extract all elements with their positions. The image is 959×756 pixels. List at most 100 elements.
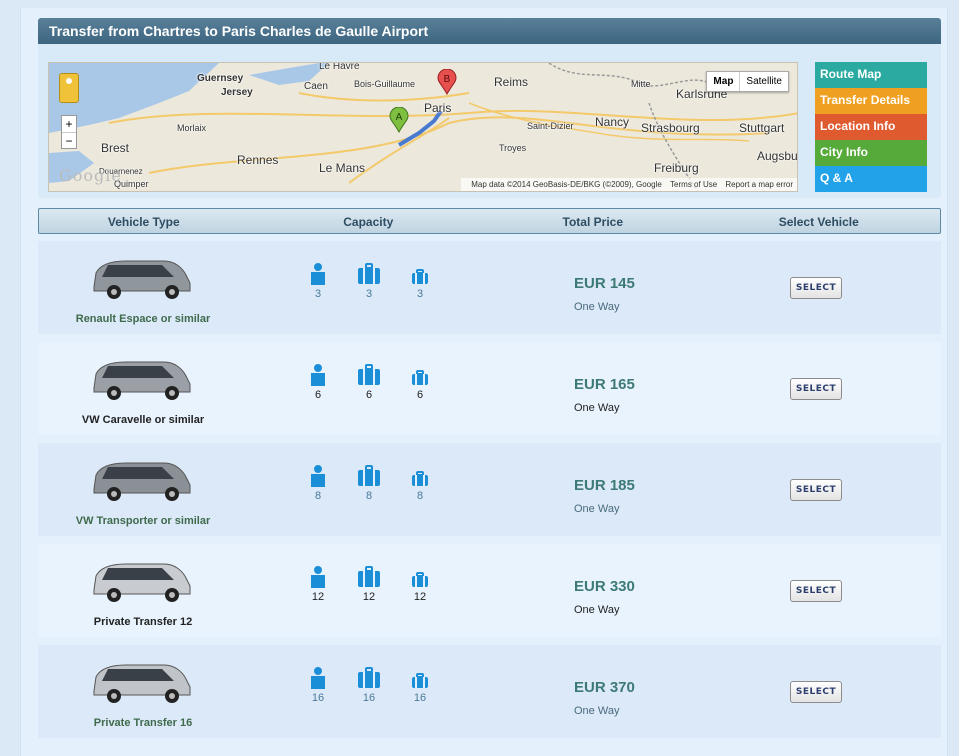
vehicle-name: Renault Espace or similar <box>75 313 211 325</box>
route-panel: Transfer from Chartres to Paris Charles … <box>38 18 941 198</box>
large-luggage-count: 3 <box>365 288 373 300</box>
small-luggage-count: 16 <box>413 692 427 704</box>
map-label-stuttgart: Stuttgart <box>739 121 785 135</box>
vehicle-row: VW Transporter or similar 8 8 8 EUR 185 … <box>38 443 941 536</box>
map-label-nancy: Nancy <box>595 115 630 129</box>
terms-of-use-link[interactable]: Terms of Use <box>670 180 717 189</box>
zoom-in-button[interactable]: + <box>62 116 76 132</box>
report-map-error-link[interactable]: Report a map error <box>725 180 793 189</box>
small-suitcase-icon <box>412 370 428 385</box>
vehicle-name: VW Caravelle or similar <box>81 414 205 426</box>
large-suitcase-icon <box>358 465 380 486</box>
vehicle-photo <box>93 563 191 602</box>
zoom-control[interactable]: + − <box>61 115 77 149</box>
small-luggage-count: 6 <box>416 389 424 401</box>
vehicle-photo <box>93 462 191 501</box>
map-label-freiburg: Freiburg <box>654 161 699 175</box>
side-nav: Route Map Transfer Details Location Info… <box>815 62 927 192</box>
passenger-icon <box>311 364 325 386</box>
large-luggage-capacity: 6 <box>349 364 389 401</box>
total-price: EUR 330 <box>574 578 635 595</box>
map-label-guernsey: Guernsey <box>197 73 244 84</box>
map-type-toggle[interactable]: Map Satellite <box>706 71 789 92</box>
large-luggage-capacity: 16 <box>349 667 389 704</box>
vehicle-row: VW Caravelle or similar 6 6 6 EUR 165 On… <box>38 342 941 435</box>
large-luggage-count: 16 <box>362 692 376 704</box>
zoom-out-button[interactable]: − <box>62 132 76 149</box>
large-luggage-count: 6 <box>365 389 373 401</box>
select-vehicle-button[interactable]: SELECT <box>790 277 842 299</box>
vehicle-name: VW Transporter or similar <box>75 515 211 527</box>
trip-type: One Way <box>574 705 620 717</box>
passenger-icon <box>311 566 325 588</box>
marker-b-icon[interactable]: B <box>437 69 457 95</box>
map-label-saint-dizier: Saint-Dizier <box>527 121 574 131</box>
vehicle-photo <box>93 361 191 400</box>
vehicle-row: Private Transfer 12 12 12 12 EUR 330 One… <box>38 544 941 637</box>
vehicle-row: Renault Espace or similar 3 3 3 EUR 145 … <box>38 241 941 334</box>
large-luggage-count: 12 <box>362 591 376 603</box>
passenger-count: 12 <box>311 591 325 603</box>
vehicle-name: Private Transfer 16 <box>93 717 193 729</box>
map-label-brest: Brest <box>101 141 130 155</box>
map-type-satellite-button[interactable]: Satellite <box>740 72 788 91</box>
nav-q-and-a[interactable]: Q & A <box>815 166 927 192</box>
large-suitcase-icon <box>358 566 380 587</box>
small-luggage-capacity: 12 <box>400 566 440 603</box>
small-luggage-capacity: 16 <box>400 667 440 704</box>
total-price: EUR 185 <box>574 477 635 494</box>
select-vehicle-button[interactable]: SELECT <box>790 378 842 400</box>
nav-route-map[interactable]: Route Map <box>815 62 927 88</box>
map-attribution-text: Map data ©2014 GeoBasis-DE/BKG (©2009), … <box>471 180 662 189</box>
large-suitcase-icon <box>358 263 380 284</box>
map-label-mitte: Mitte <box>631 79 651 89</box>
passenger-capacity: 8 <box>298 465 338 502</box>
map-label-le-mans: Le Mans <box>319 161 366 175</box>
small-luggage-count: 12 <box>413 591 427 603</box>
nav-transfer-details[interactable]: Transfer Details <box>815 88 927 114</box>
street-view-pegman-icon[interactable] <box>59 73 79 103</box>
map-label-reims: Reims <box>494 75 529 89</box>
trip-type: One Way <box>574 503 620 515</box>
header-vehicle-type: Vehicle Type <box>107 215 180 229</box>
large-luggage-count: 8 <box>365 490 373 502</box>
passenger-capacity: 12 <box>298 566 338 603</box>
passenger-count: 6 <box>314 389 322 401</box>
vehicle-name: Private Transfer 12 <box>93 616 193 628</box>
header-total-price: Total Price <box>562 215 623 229</box>
vehicle-row: Private Transfer 16 16 16 16 EUR 370 One… <box>38 645 941 738</box>
select-vehicle-button[interactable]: SELECT <box>790 479 842 501</box>
select-vehicle-button[interactable]: SELECT <box>790 681 842 703</box>
passenger-capacity: 6 <box>298 364 338 401</box>
map-label-le-havre: Le Havre <box>319 62 360 72</box>
nav-location-info[interactable]: Location Info <box>815 114 927 140</box>
nav-city-info[interactable]: City Info <box>815 140 927 166</box>
vehicle-table-header: Vehicle Type Capacity Total Price Select… <box>38 208 941 234</box>
small-suitcase-icon <box>412 572 428 587</box>
total-price: EUR 165 <box>574 376 635 393</box>
map-label-paris: Paris <box>424 101 452 115</box>
svg-text:B: B <box>444 74 451 85</box>
select-vehicle-button[interactable]: SELECT <box>790 580 842 602</box>
trip-type: One Way <box>574 402 620 414</box>
map-label-caen: Caen <box>304 81 328 92</box>
passenger-count: 16 <box>311 692 325 704</box>
large-luggage-capacity: 3 <box>349 263 389 300</box>
passenger-count: 3 <box>314 288 322 300</box>
small-luggage-capacity: 8 <box>400 465 440 502</box>
map-label-augsburg: Augsbu <box>757 149 798 163</box>
marker-a-icon[interactable]: A <box>389 107 409 133</box>
map-type-map-button[interactable]: Map <box>707 72 741 91</box>
map-label-bois-guillaume: Bois-Guillaume <box>354 79 416 89</box>
trip-type: One Way <box>574 301 620 313</box>
total-price: EUR 145 <box>574 275 635 292</box>
passenger-capacity: 3 <box>298 263 338 300</box>
large-luggage-capacity: 12 <box>349 566 389 603</box>
route-map[interactable]: + − Guernsey Jersey Le Havre Caen Bois-G… <box>48 62 798 192</box>
large-suitcase-icon <box>358 364 380 385</box>
passenger-icon <box>311 263 325 285</box>
svg-text:A: A <box>396 112 403 123</box>
map-label-jersey: Jersey <box>221 87 253 98</box>
passenger-icon <box>311 667 325 689</box>
large-suitcase-icon <box>358 667 380 688</box>
